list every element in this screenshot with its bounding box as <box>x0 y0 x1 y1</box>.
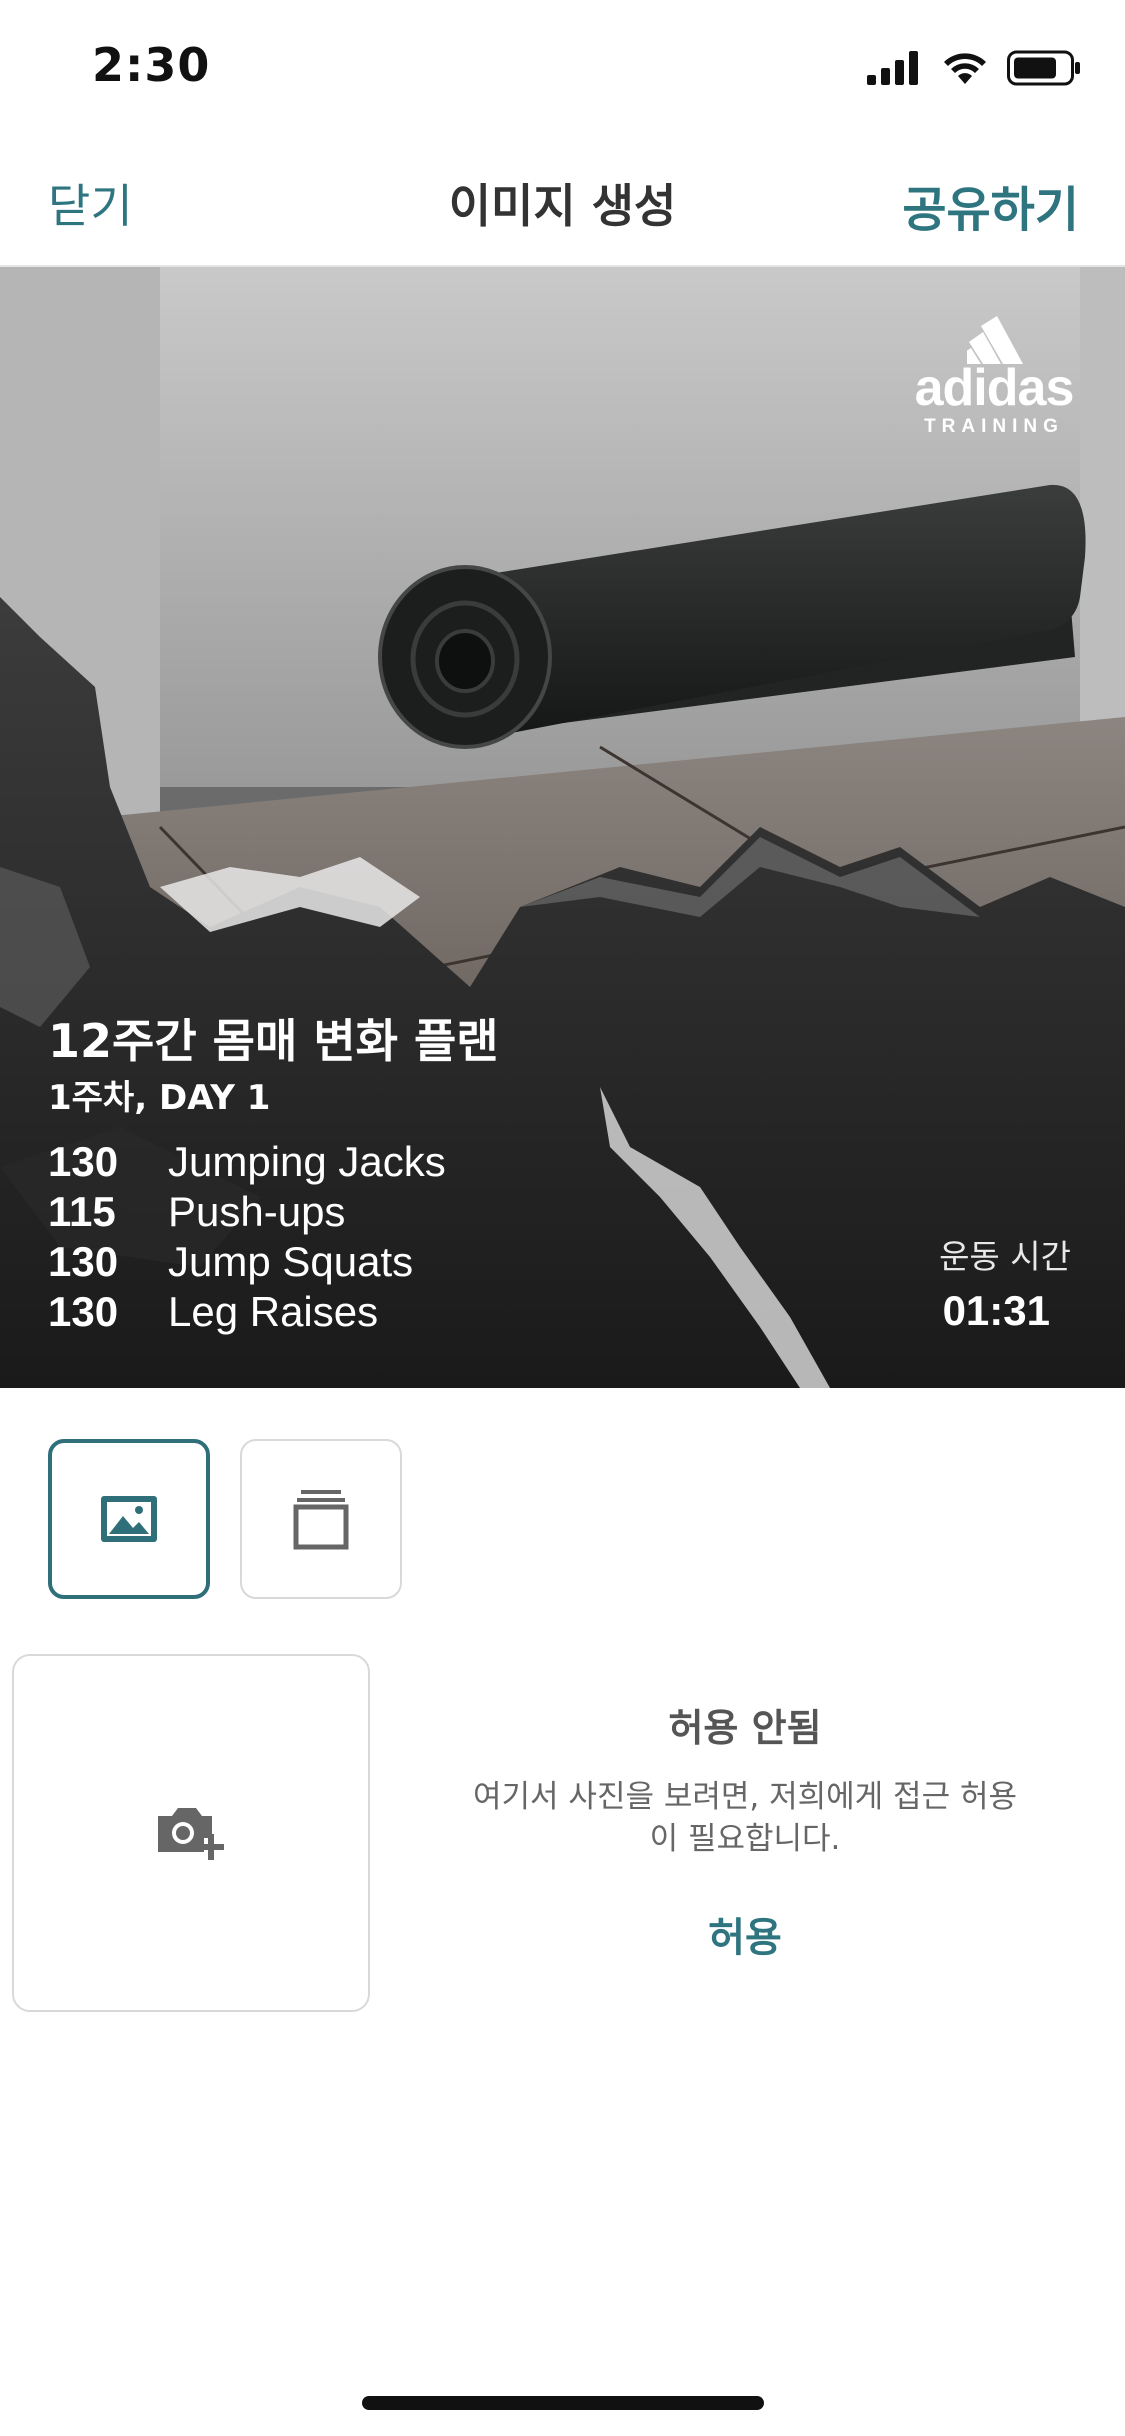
exercise-count: 130 <box>48 1138 119 1185</box>
exercise-row: 130 Jumping Jacks <box>48 1137 446 1187</box>
adidas-training-logo: adidas TRAINING <box>909 312 1079 438</box>
stack-icon <box>293 1490 349 1550</box>
workout-time-value: 01:31 <box>942 1287 1050 1334</box>
brand-wordmark: adidas <box>914 359 1075 417</box>
share-button[interactable]: 공유하기 <box>902 170 1079 240</box>
exercise-count: 115 <box>48 1188 116 1235</box>
template-image-button[interactable] <box>48 1439 210 1599</box>
exercise-row: 115 Push-ups <box>48 1187 446 1237</box>
exercise-row: 130 Jump Squats <box>48 1237 446 1287</box>
status-icons <box>867 48 1081 88</box>
plan-title: 12주간 몸매 변화 플랜 <box>48 1014 499 1068</box>
brand-subtitle: TRAINING <box>924 416 1064 437</box>
exercise-count: 130 <box>48 1238 119 1285</box>
exercise-name: Push-ups <box>168 1188 346 1235</box>
exercise-row: 130 Leg Raises <box>48 1287 446 1337</box>
exercise-list: 130 Jumping Jacks 115 Push-ups 130 Jump … <box>48 1137 446 1337</box>
nav-bar: 닫기 이미지 생성 공유하기 <box>0 140 1125 267</box>
status-bar: 2:30 <box>0 0 1125 140</box>
permission-message-line: 여기서 사진을 보려면, 저희에게 접근 허용 <box>473 1779 1017 1815</box>
allow-access-button[interactable]: 허용 <box>400 1905 1090 1963</box>
workout-time-label: 운동 시간 <box>939 1237 1071 1276</box>
battery-icon <box>1007 50 1080 86</box>
exercise-name: Jump Squats <box>168 1238 414 1285</box>
wifi-icon <box>944 53 986 84</box>
exercise-count: 130 <box>48 1288 119 1335</box>
adidas-stripes-icon <box>967 316 1023 364</box>
status-time: 2:30 <box>92 38 211 92</box>
permission-message: 여기서 사진을 보려면, 저희에게 접근 허용 이 필요합니다. <box>440 1776 1050 1860</box>
permission-message-line: 이 필요합니다. <box>649 1821 841 1857</box>
share-image-preview: adidas TRAINING 12주간 몸매 변화 플랜 1주차, DAY 1… <box>0 267 1125 1388</box>
exercise-name: Leg Raises <box>168 1288 379 1335</box>
home-indicator[interactable] <box>362 2396 764 2410</box>
image-icon <box>101 1496 157 1542</box>
camera-plus-icon <box>158 1808 224 1860</box>
plan-week-day: 1주차, DAY 1 <box>48 1078 271 1118</box>
cellular-signal-icon <box>867 51 918 85</box>
camera-capture-tile[interactable] <box>12 1654 370 2012</box>
permission-title: 허용 안됨 <box>668 1706 822 1750</box>
exercise-name: Jumping Jacks <box>168 1138 446 1185</box>
template-stack-button[interactable] <box>240 1439 402 1599</box>
